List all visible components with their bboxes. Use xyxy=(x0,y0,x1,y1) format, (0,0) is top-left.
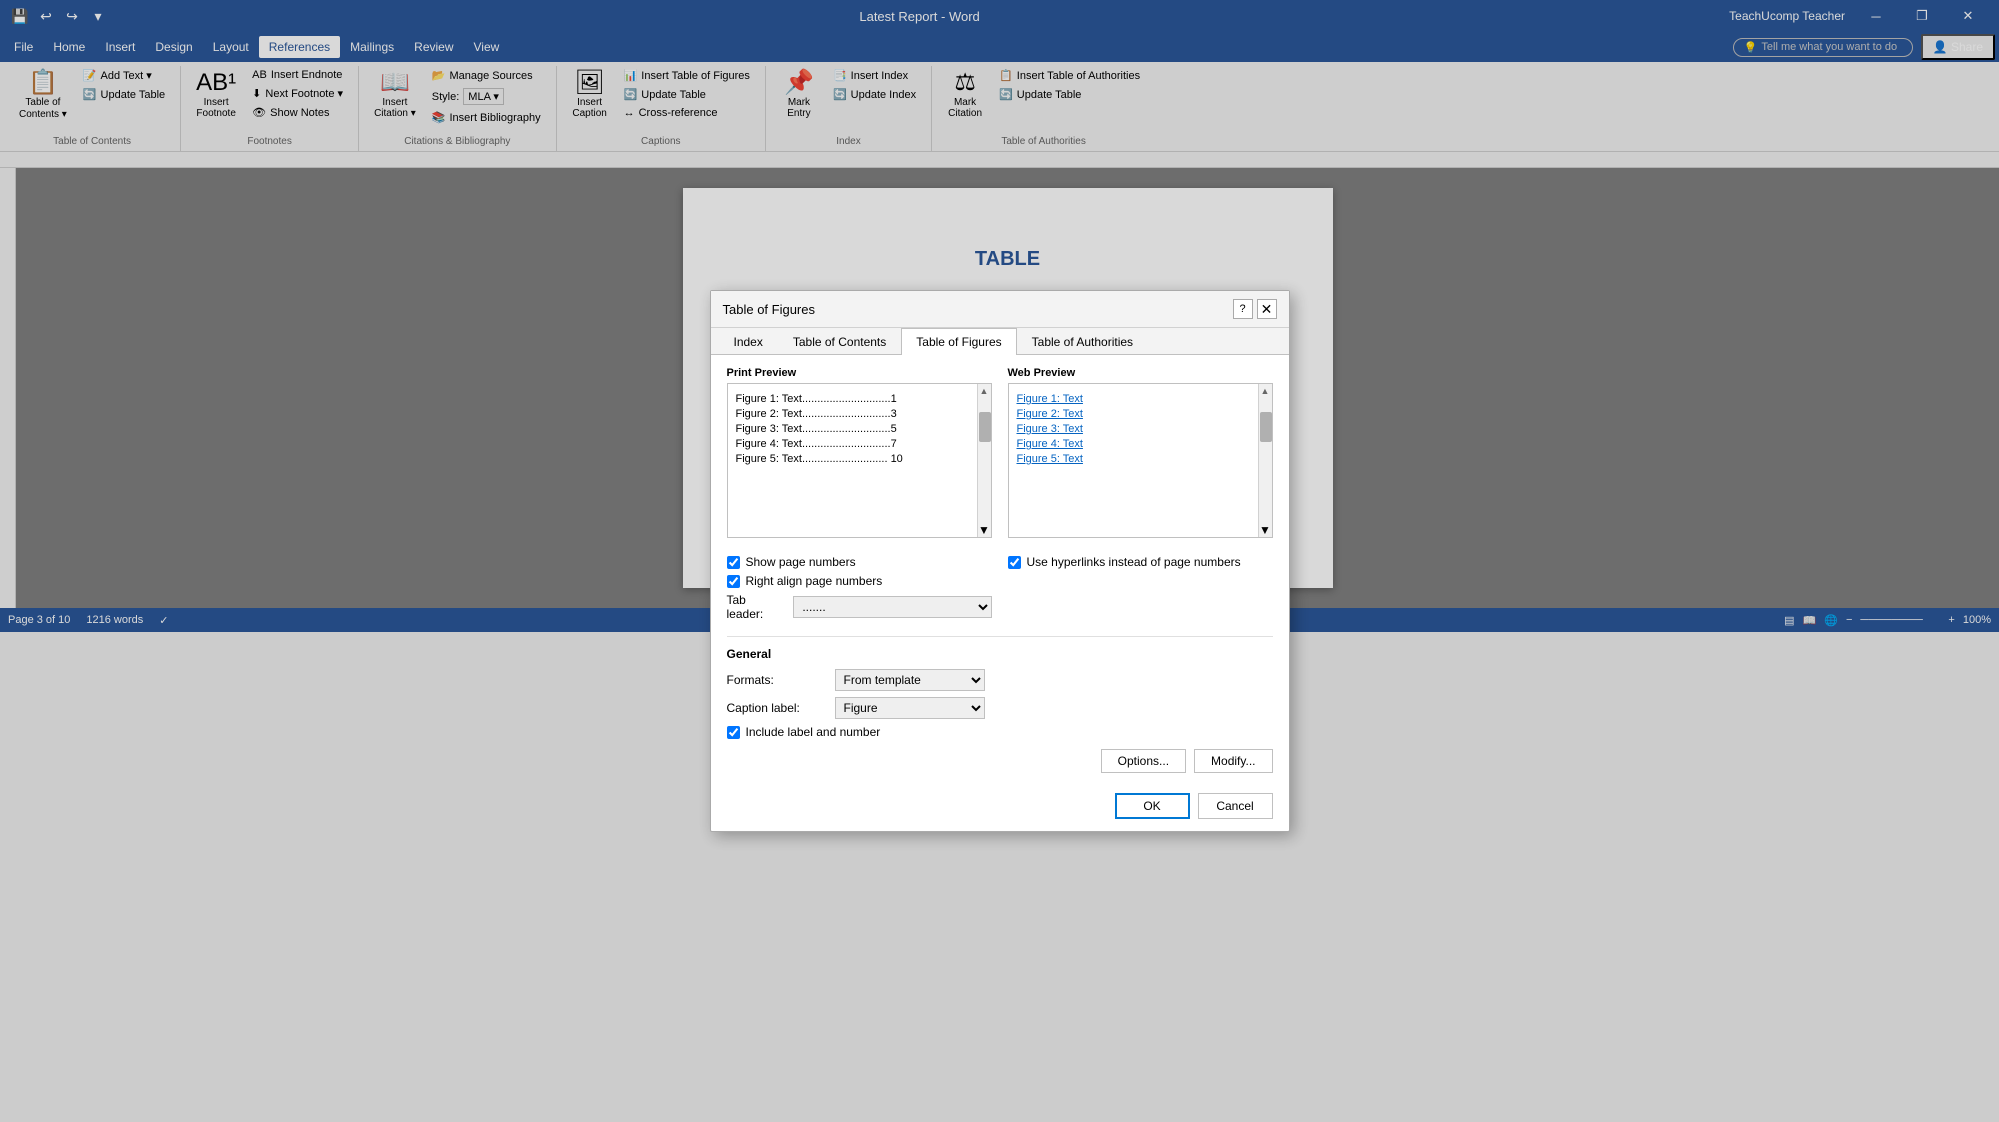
formats-row: Formats: From template Classic Distincti… xyxy=(727,669,1273,691)
left-options: Show page numbers Right align page numbe… xyxy=(727,550,992,626)
right-align-checkbox[interactable] xyxy=(727,575,740,588)
print-preview-content: Figure 1: Text..........................… xyxy=(728,384,991,474)
dialog-footer-buttons: OK Cancel xyxy=(1115,793,1273,819)
action-buttons-row: Options... Modify... xyxy=(727,749,1273,773)
dialog-footer: OK Cancel xyxy=(711,785,1289,831)
include-label-checkbox[interactable] xyxy=(727,726,740,739)
options-button[interactable]: Options... xyxy=(1101,749,1186,773)
print-preview-label: Print Preview xyxy=(727,367,992,379)
formats-label: Formats: xyxy=(727,673,827,687)
general-title: General xyxy=(727,647,1273,661)
section-divider xyxy=(727,636,1273,637)
tab-leader-select[interactable]: ....... (none) ------- _______ xyxy=(793,596,991,618)
scroll-up-arrow[interactable]: ▲ xyxy=(978,384,991,398)
use-hyperlinks-label: Use hyperlinks instead of page numbers xyxy=(1027,555,1241,569)
web-line-3: Figure 3: Text xyxy=(1017,423,1264,435)
include-label-row: Include label and number xyxy=(727,725,1273,739)
dialog-close-button[interactable]: ✕ xyxy=(1257,299,1277,319)
tab-table-of-authorities[interactable]: Table of Authorities xyxy=(1017,328,1148,355)
general-section: General Formats: From template Classic D… xyxy=(727,647,1273,739)
use-hyperlinks-checkbox[interactable] xyxy=(1008,556,1021,569)
right-options: Use hyperlinks instead of page numbers xyxy=(1008,550,1273,626)
dialog-body: Print Preview Figure 1: Text............… xyxy=(711,355,1289,785)
tab-index[interactable]: Index xyxy=(719,328,778,355)
print-line-2: Figure 2: Text..........................… xyxy=(736,408,983,420)
tab-leader-label: Tab leader: xyxy=(727,593,786,621)
modify-button[interactable]: Modify... xyxy=(1194,749,1272,773)
dialog-title: Table of Figures xyxy=(723,302,816,317)
tab-table-of-figures[interactable]: Table of Figures xyxy=(901,328,1016,355)
print-preview-section: Print Preview Figure 1: Text............… xyxy=(727,367,992,538)
show-page-numbers-checkbox[interactable] xyxy=(727,556,740,569)
web-preview-content: Figure 1: Text Figure 2: Text Figure 3: … xyxy=(1009,384,1272,474)
show-page-numbers-row: Show page numbers xyxy=(727,555,992,569)
web-preview-section: Web Preview Figure 1: Text Figure 2: Tex… xyxy=(1008,367,1273,538)
include-label-text: Include label and number xyxy=(746,725,881,739)
web-scroll-thumb[interactable] xyxy=(1260,412,1272,442)
tab-leader-row: Tab leader: ....... (none) ------- _____… xyxy=(727,593,992,621)
right-align-row: Right align page numbers xyxy=(727,574,992,588)
scroll-thumb[interactable] xyxy=(979,412,991,442)
web-line-2: Figure 2: Text xyxy=(1017,408,1264,420)
web-scroll-up[interactable]: ▲ xyxy=(1259,384,1272,398)
options-row: Show page numbers Right align page numbe… xyxy=(727,550,1273,626)
web-scroll-down[interactable]: ▼ xyxy=(1259,523,1272,537)
scroll-down-arrow[interactable]: ▼ xyxy=(978,523,991,537)
caption-label-text: Caption label: xyxy=(727,701,827,715)
show-page-numbers-label: Show page numbers xyxy=(746,555,856,569)
web-line-4: Figure 4: Text xyxy=(1017,438,1264,450)
tab-table-of-contents[interactable]: Table of Contents xyxy=(778,328,901,355)
web-line-1: Figure 1: Text xyxy=(1017,393,1264,405)
print-line-3: Figure 3: Text..........................… xyxy=(736,423,983,435)
print-line-1: Figure 1: Text..........................… xyxy=(736,393,983,405)
print-line-5: Figure 5: Text..........................… xyxy=(736,453,983,465)
web-preview-scrollbar[interactable]: ▲ ▼ xyxy=(1258,384,1272,537)
print-line-4: Figure 4: Text..........................… xyxy=(736,438,983,450)
use-hyperlinks-row: Use hyperlinks instead of page numbers xyxy=(1008,555,1273,569)
caption-label-row: Caption label: Figure Table Equation xyxy=(727,697,1273,719)
dialog-help-button[interactable]: ? xyxy=(1233,299,1253,319)
web-preview-label: Web Preview xyxy=(1008,367,1273,379)
web-preview-box: Figure 1: Text Figure 2: Text Figure 3: … xyxy=(1008,383,1273,538)
web-line-5: Figure 5: Text xyxy=(1017,453,1264,465)
dialog-controls: ? ✕ xyxy=(1233,299,1277,319)
print-preview-box: Figure 1: Text..........................… xyxy=(727,383,992,538)
right-align-label: Right align page numbers xyxy=(746,574,883,588)
formats-select[interactable]: From template Classic Distinctive Formal… xyxy=(835,669,985,691)
caption-label-select[interactable]: Figure Table Equation xyxy=(835,697,985,719)
ok-button[interactable]: OK xyxy=(1115,793,1190,819)
preview-row: Print Preview Figure 1: Text............… xyxy=(727,367,1273,538)
print-preview-scrollbar[interactable]: ▲ ▼ xyxy=(977,384,991,537)
dialog-titlebar: Table of Figures ? ✕ xyxy=(711,291,1289,328)
dialog-overlay: Table of Figures ? ✕ Index Table of Cont… xyxy=(0,0,1999,1122)
table-of-figures-dialog: Table of Figures ? ✕ Index Table of Cont… xyxy=(710,290,1290,832)
dialog-tabs: Index Table of Contents Table of Figures… xyxy=(711,328,1289,355)
cancel-button[interactable]: Cancel xyxy=(1198,793,1273,819)
